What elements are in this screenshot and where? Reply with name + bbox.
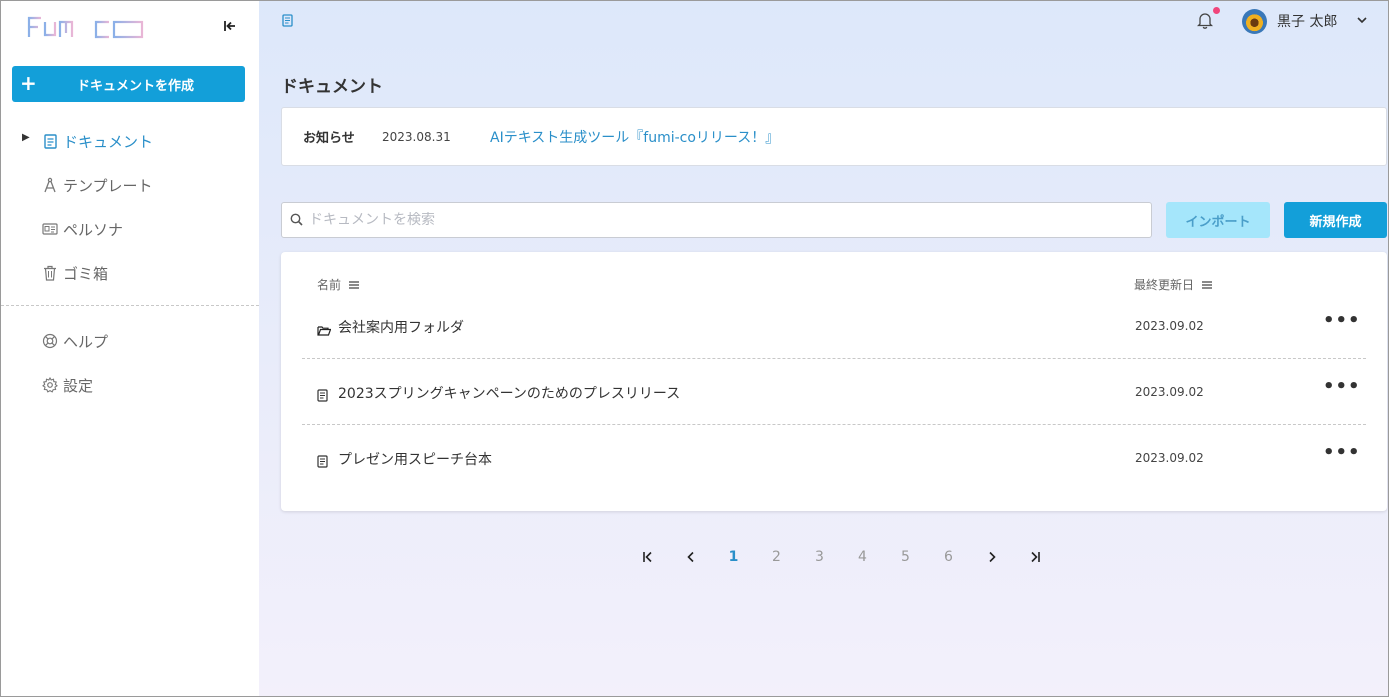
- sidebar-item-label: ドキュメント: [63, 132, 154, 151]
- sort-icon: [349, 278, 360, 292]
- chevron-right-icon: [988, 551, 996, 563]
- document-table: 名前 最終更新日 会社案内用フォルダ 2023.09.02 ••• 2023スプ…: [281, 252, 1387, 511]
- import-button[interactable]: インポート: [1166, 202, 1270, 238]
- announcement-tag: お知らせ: [303, 131, 355, 146]
- collapse-left-icon: [224, 21, 235, 31]
- notification-button[interactable]: [1196, 7, 1220, 29]
- chevron-left-icon: [686, 551, 694, 563]
- search-input[interactable]: [309, 212, 1129, 228]
- fumi-co-logo: [27, 16, 144, 39]
- sidebar-item-label: ヘルプ: [63, 332, 109, 351]
- sidebar-item-label: ゴミ箱: [63, 264, 109, 283]
- user-menu[interactable]: 黒子 太郎: [1242, 8, 1368, 34]
- sidebar-item-templates[interactable]: テンプレート: [1, 163, 259, 207]
- chevron-down-icon: [1357, 16, 1368, 27]
- next-page-button[interactable]: [970, 549, 1013, 565]
- row-name: プレゼン用スピーチ台本: [338, 452, 492, 468]
- sidebar-divider: [1, 305, 259, 306]
- compass-icon: [41, 176, 59, 194]
- first-page-button[interactable]: [626, 549, 669, 565]
- last-page-icon: [1030, 551, 1040, 563]
- main-content: 黒子 太郎 ドキュメント お知らせ 2023.08.31 AIテキスト生成ツール…: [259, 1, 1388, 696]
- last-page-button[interactable]: [1013, 549, 1056, 565]
- lifebuoy-icon: [41, 332, 59, 350]
- sidebar-item-label: ペルソナ: [63, 220, 124, 239]
- first-page-icon: [642, 551, 652, 563]
- page-3[interactable]: 3: [798, 549, 841, 565]
- sidebar-item-personas[interactable]: ペルソナ: [1, 207, 259, 251]
- search-box: [281, 202, 1152, 238]
- row-updated: 2023.09.02: [1135, 319, 1204, 333]
- column-header-updated[interactable]: 最終更新日: [1134, 276, 1213, 293]
- prev-page-button[interactable]: [669, 549, 712, 565]
- sidebar-item-trash[interactable]: ゴミ箱: [1, 251, 259, 295]
- more-options-button[interactable]: •••: [1323, 442, 1360, 463]
- breadcrumb-document-icon[interactable]: [282, 12, 293, 31]
- trash-icon: [41, 264, 59, 282]
- sidebar-item-label: テンプレート: [63, 176, 153, 195]
- create-document-label: ドキュメントを作成: [76, 78, 194, 94]
- table-row[interactable]: プレゼン用スピーチ台本 2023.09.02 •••: [302, 425, 1366, 491]
- row-updated: 2023.09.02: [1135, 451, 1204, 465]
- page-5[interactable]: 5: [884, 549, 927, 565]
- row-name: 会社案内用フォルダ: [338, 320, 464, 336]
- bell-icon: [1196, 13, 1214, 29]
- page-4[interactable]: 4: [841, 549, 884, 565]
- new-document-button[interactable]: 新規作成: [1284, 202, 1387, 238]
- page-1[interactable]: 1: [712, 549, 755, 565]
- announcement-date: 2023.08.31: [382, 129, 451, 144]
- page-2[interactable]: 2: [755, 549, 798, 565]
- page-title: ドキュメント: [281, 77, 383, 97]
- document-icon: [317, 387, 331, 402]
- pagination: 1 2 3 4 5 6: [626, 546, 1056, 568]
- sidebar-item-label: 設定: [63, 376, 94, 395]
- caret-right-icon: ▶: [22, 132, 30, 143]
- folder-icon: [317, 321, 332, 336]
- sidebar-item-documents[interactable]: ▶ ドキュメント: [1, 119, 259, 163]
- create-document-button[interactable]: + ドキュメントを作成: [12, 66, 245, 102]
- more-options-button[interactable]: •••: [1323, 310, 1360, 331]
- announcement-banner: お知らせ 2023.08.31 AIテキスト生成ツール『fumi-coリリース！…: [281, 107, 1387, 166]
- sort-icon: [1202, 278, 1213, 292]
- app-logo[interactable]: [27, 13, 147, 41]
- document-icon: [41, 132, 59, 150]
- plus-icon: +: [20, 71, 37, 95]
- avatar: [1242, 8, 1267, 34]
- column-header-name[interactable]: 名前: [317, 276, 360, 293]
- user-name: 黒子 太郎: [1277, 14, 1338, 30]
- sidebar: + ドキュメントを作成 ▶ ドキュメント テンプレート ペルソナ ゴミ箱 ヘルプ…: [1, 1, 259, 696]
- id-card-icon: [41, 220, 59, 238]
- sidebar-nav-secondary: ヘルプ 設定: [1, 319, 259, 407]
- document-icon: [317, 453, 331, 468]
- more-options-button[interactable]: •••: [1323, 376, 1360, 397]
- column-header-label: 最終更新日: [1134, 278, 1195, 292]
- column-header-label: 名前: [317, 278, 342, 292]
- gear-icon: [41, 376, 59, 394]
- announcement-link[interactable]: AIテキスト生成ツール『fumi-coリリース！』: [490, 127, 779, 147]
- sidebar-item-settings[interactable]: 設定: [1, 363, 259, 407]
- row-updated: 2023.09.02: [1135, 385, 1204, 399]
- table-row[interactable]: 2023スプリングキャンペーンのためのプレスリリース 2023.09.02 ••…: [302, 359, 1366, 425]
- sidebar-item-help[interactable]: ヘルプ: [1, 319, 259, 363]
- notification-badge: [1213, 7, 1220, 14]
- row-name: 2023スプリングキャンペーンのためのプレスリリース: [338, 386, 681, 402]
- page-6[interactable]: 6: [927, 549, 970, 565]
- collapse-sidebar-button[interactable]: [219, 15, 241, 37]
- search-icon: [290, 211, 303, 230]
- sidebar-nav: ▶ ドキュメント テンプレート ペルソナ ゴミ箱: [1, 119, 259, 295]
- table-row[interactable]: 会社案内用フォルダ 2023.09.02 •••: [302, 293, 1366, 359]
